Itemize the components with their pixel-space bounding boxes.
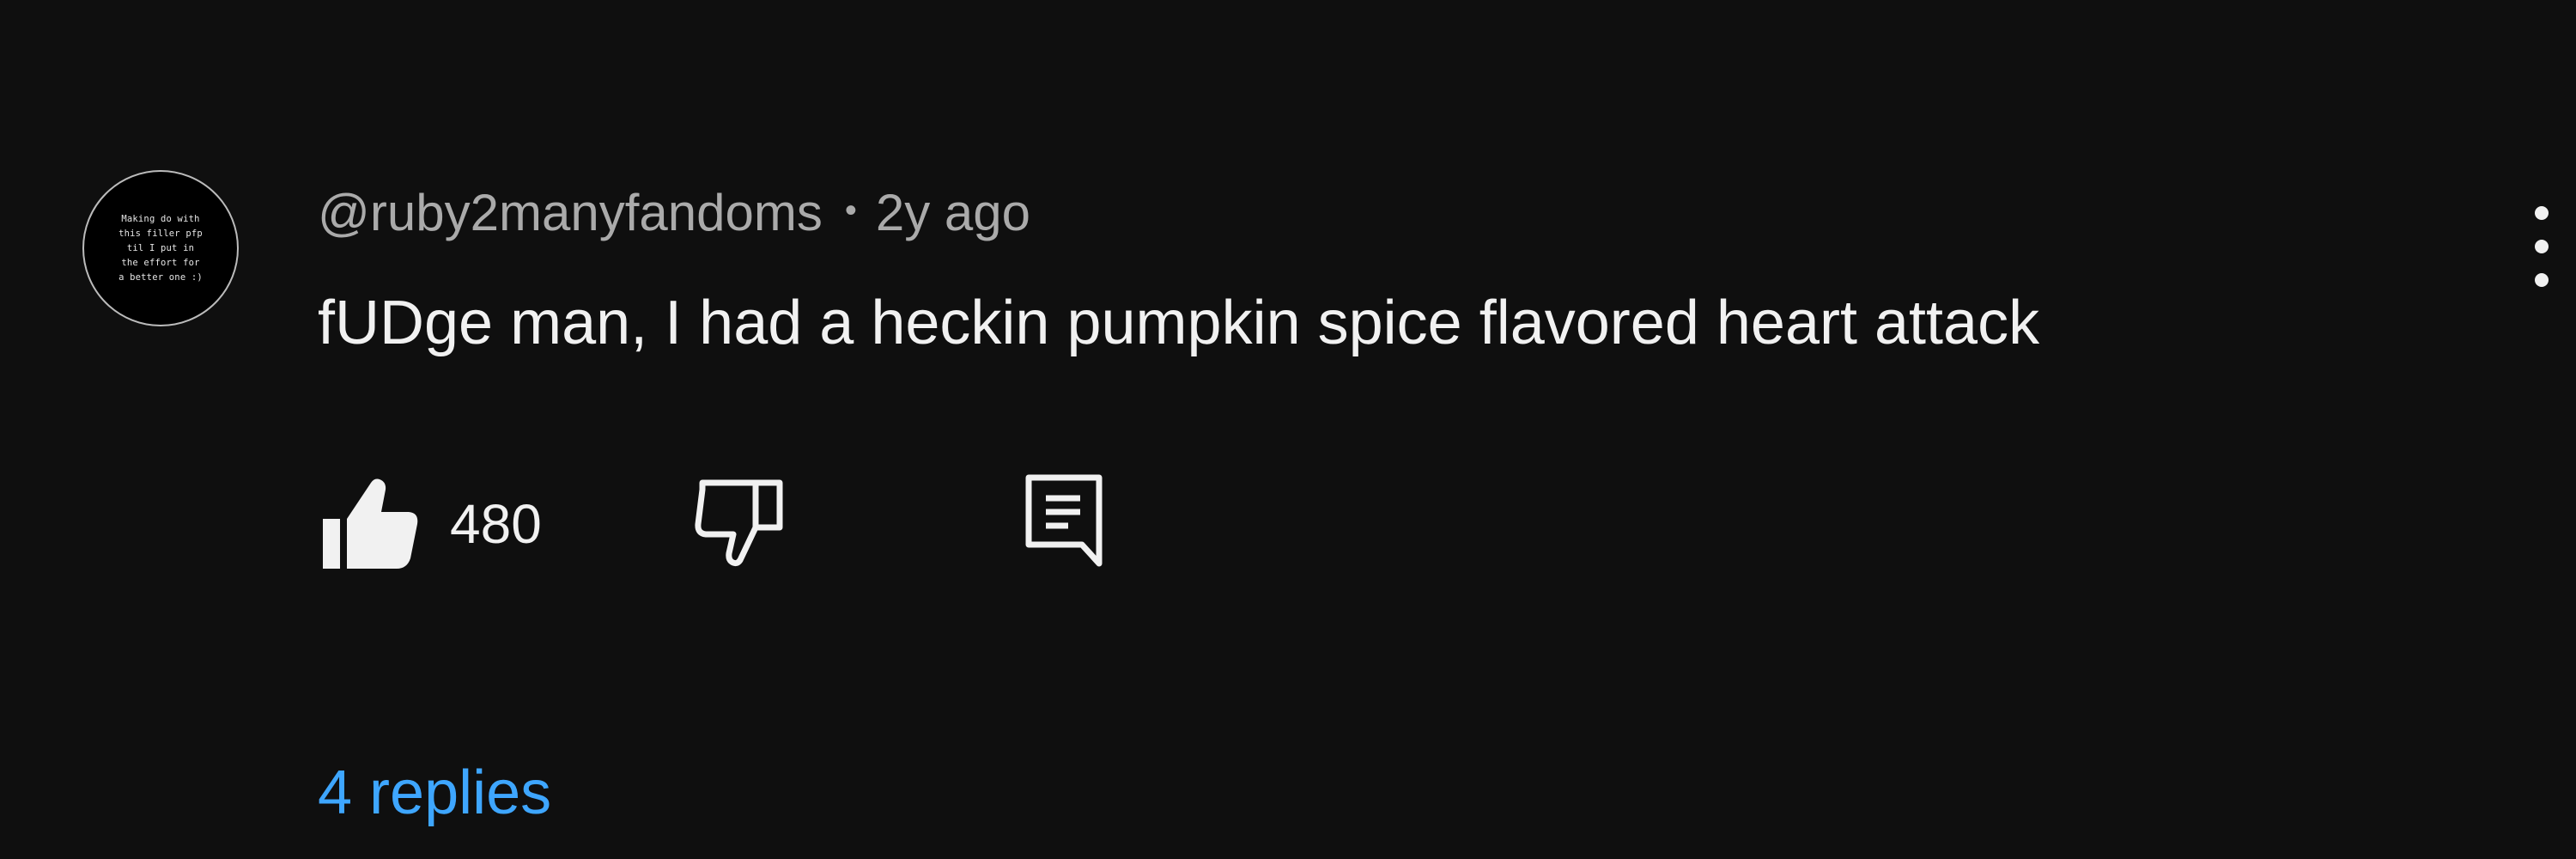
avatar-text-line: Making do with [121,213,200,224]
avatar-text-line: a better one :) [118,271,203,283]
like-count: 480 [450,493,542,555]
avatar-text-line: til I put in [126,242,195,253]
vertical-ellipsis-icon [2535,206,2549,220]
comment-icon [1025,474,1103,567]
avatar-text-line: the effort for [121,257,200,268]
comment-meta: @ruby2manyfandoms • 2y ago [318,182,1030,242]
avatar-text-line: this filler pfp [118,228,203,239]
ellipsis-dot [2535,273,2549,287]
comment-thread: Making do with this filler pfp til I put… [0,0,2576,859]
thumbs-up-filled-icon [323,478,418,569]
ellipsis-dot [2535,240,2549,253]
like-button[interactable] [318,472,422,574]
meta-separator: • [844,191,857,229]
dislike-button[interactable] [690,474,790,572]
comment-text: fUDge man, I had a heckin pumpkin spice … [318,289,2040,357]
author-name[interactable]: @ruby2manyfandoms [318,183,823,242]
comment-timestamp[interactable]: 2y ago [876,183,1030,242]
thumbs-down-outline-icon [695,479,783,567]
view-replies-link[interactable]: 4 replies [318,754,551,832]
more-actions-button[interactable] [2519,199,2564,294]
avatar[interactable]: Making do with this filler pfp til I put… [82,170,239,326]
reply-button[interactable] [1024,472,1104,569]
